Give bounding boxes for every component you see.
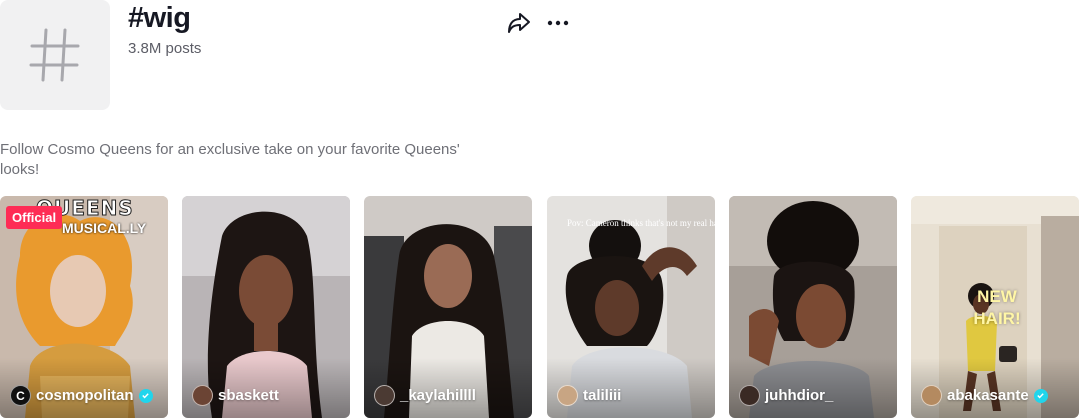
share-button[interactable] — [506, 11, 532, 35]
video-card-juhhdior[interactable]: juhhdior_ — [729, 196, 897, 418]
official-badge: Official — [6, 206, 63, 229]
author-name: juhhdior_ — [765, 387, 834, 404]
video-grid: QUEENS MUSICAL.LY Official C cosmopolita… — [0, 196, 1080, 420]
author-name: taliliii — [583, 387, 622, 404]
video-card-kaylahillll[interactable]: _kaylahillll — [364, 196, 532, 418]
video-author[interactable]: taliliii — [557, 385, 621, 406]
avatar — [192, 385, 213, 406]
video-author[interactable]: juhhdior_ — [739, 385, 833, 406]
avatar — [921, 385, 942, 406]
hashtag-thumbnail — [0, 0, 110, 110]
video-overlay-subtext: MUSICAL.LY — [62, 220, 147, 236]
verified-icon — [138, 388, 153, 403]
video-author[interactable]: _kaylahillll — [374, 385, 476, 406]
video-card-sbaskett[interactable]: sbaskett — [182, 196, 350, 418]
video-author[interactable]: abakasante — [921, 385, 1048, 406]
more-icon — [547, 20, 569, 26]
verified-icon — [1033, 388, 1048, 403]
video-card-abakasante[interactable]: NEW HAIR! abakasante — [911, 196, 1079, 418]
share-icon — [508, 13, 530, 33]
page-title: #wig — [128, 2, 191, 34]
avatar — [739, 385, 760, 406]
author-name: _kaylahillll — [400, 387, 476, 404]
video-overlay-text: NEW HAIR! — [973, 287, 1021, 328]
video-overlay-text: Pov: Cameron thinks that's not my real h… — [567, 218, 715, 228]
video-author[interactable]: sbaskett — [192, 385, 279, 406]
avatar — [557, 385, 578, 406]
video-card-taliliii[interactable]: Pov: Cameron thinks that's not my real h… — [547, 196, 715, 418]
hashtag-description: Follow Cosmo Queens for an exclusive tak… — [0, 141, 460, 178]
video-author[interactable]: C cosmopolitan — [10, 385, 153, 406]
video-card-cosmopolitan[interactable]: QUEENS MUSICAL.LY Official C cosmopolita… — [0, 196, 168, 418]
avatar: C — [10, 385, 31, 406]
author-name: sbaskett — [218, 387, 279, 404]
hashtag-icon — [29, 28, 80, 82]
posts-count: 3.8M posts — [128, 40, 202, 57]
author-name: cosmopolitan — [36, 387, 134, 404]
more-options-button[interactable] — [546, 12, 570, 34]
avatar — [374, 385, 395, 406]
author-name: abakasante — [947, 387, 1029, 404]
